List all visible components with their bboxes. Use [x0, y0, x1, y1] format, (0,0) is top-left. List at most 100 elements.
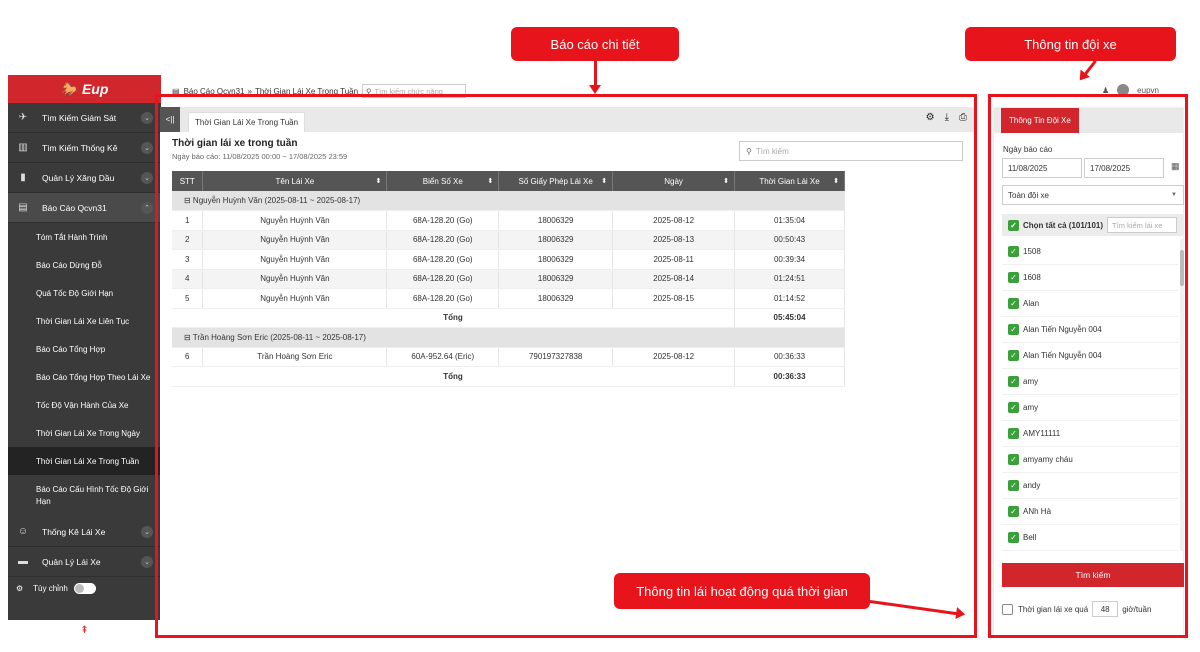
- sidebar-subitem[interactable]: Tốc Độ Vận Hành Của Xe: [8, 391, 161, 419]
- driver-list-item[interactable]: ✓ andy: [1002, 473, 1178, 499]
- logo[interactable]: 🐎 Eup: [8, 75, 161, 103]
- table-cell: 2025-08-11: [612, 249, 736, 270]
- driver-name: andy: [1023, 481, 1041, 490]
- column-header[interactable]: Tên Lái Xe ⬍: [202, 171, 388, 191]
- sidebar-subitem[interactable]: Báo Cáo Tổng Hợp Theo Lái Xe: [8, 363, 161, 391]
- sidebar-subitem-active[interactable]: Thời Gian Lái Xe Trong Tuần: [8, 447, 161, 475]
- total-label: Tổng: [172, 308, 736, 328]
- table-cell: 2025-08-12: [612, 347, 736, 367]
- driver-list-item[interactable]: ✓ Alan: [1002, 291, 1178, 317]
- driver-list-item[interactable]: ✓ AMY11111: [1002, 421, 1178, 447]
- table-cell: 01:14:52: [734, 288, 845, 309]
- checkbox-icon[interactable]: ✓: [1008, 454, 1019, 465]
- table-cell: 68A-128.20 (Go): [386, 230, 500, 250]
- sort-icon[interactable]: ⬍: [487, 177, 493, 185]
- sidebar-subitem[interactable]: Tóm Tắt Hành Trình: [8, 223, 161, 251]
- scrollbar-thumb[interactable]: [1180, 250, 1184, 286]
- sort-icon[interactable]: ⬍: [833, 177, 839, 185]
- driver-list-item[interactable]: ✓ Bell: [1002, 525, 1178, 551]
- checkbox-icon[interactable]: ✓: [1008, 428, 1019, 439]
- satellite-icon: ✈: [18, 112, 28, 123]
- table-row[interactable]: 6 Trần Hoàng Sơn Eric 60A-952.64 (Eric) 790…: [172, 347, 845, 367]
- briefcase-icon: ▬: [18, 556, 28, 567]
- table-row[interactable]: 3 Nguyễn Huỳnh Văn 68A-128.20 (Go) 18006329…: [172, 249, 845, 270]
- sidebar-item-driver-stats[interactable]: ☺ Thống Kê Lái Xe ⌄: [8, 517, 161, 547]
- report-search-input[interactable]: ⚲ Tìm kiếm: [739, 141, 963, 161]
- tab-weekly-driving-time[interactable]: Thời Gian Lái Xe Trong Tuần: [188, 112, 306, 132]
- sidebar-subitem[interactable]: Quá Tốc Độ Giới Hạn: [8, 279, 161, 307]
- checkbox-icon[interactable]: ✓: [1008, 272, 1019, 283]
- select-all-row: ✓ Chọn tất cả (101/101) Tìm kiếm lái xe: [1002, 214, 1184, 236]
- column-header[interactable]: Thời Gian Lái Xe ⬍: [734, 171, 845, 191]
- sidebar-item-qcvn31[interactable]: ▤ Báo Cáo Qcvn31 ⌃: [8, 193, 161, 223]
- sidebar-item-driver-management[interactable]: ▬ Quản Lý Lái Xe ⌄: [8, 547, 161, 577]
- table-row[interactable]: 4 Nguyễn Huỳnh Văn 68A-128.20 (Go) 18006329…: [172, 269, 845, 289]
- table-cell: 18006329: [498, 249, 614, 270]
- threshold-checkbox[interactable]: [1002, 603, 1013, 615]
- sort-icon[interactable]: ⬍: [375, 177, 381, 185]
- fleet-select[interactable]: Toàn đội xe ▼: [1002, 185, 1184, 205]
- sidebar-item-statistics[interactable]: ▥ Tìm Kiếm Thống Kê ⌄: [8, 133, 161, 163]
- select-all-checkbox[interactable]: ✓: [1008, 219, 1019, 231]
- checkbox-icon[interactable]: ✓: [1008, 402, 1019, 413]
- print-icon[interactable]: ⎙: [959, 112, 967, 123]
- driver-list-item[interactable]: ✓ 1508: [1002, 239, 1178, 265]
- checkbox-icon[interactable]: ✓: [1008, 324, 1019, 335]
- date-from-input[interactable]: 11/08/2025: [1002, 158, 1082, 178]
- table-row[interactable]: 1 Nguyễn Huỳnh Văn 68A-128.20 (Go) 18006329…: [172, 210, 845, 231]
- tab-fleet-info[interactable]: Thông Tin Đội Xe: [1001, 108, 1079, 133]
- sort-icon[interactable]: ⬍: [601, 177, 607, 185]
- function-search-input[interactable]: ⚲ Tìm kiếm chức năng: [362, 84, 467, 98]
- driver-search-input[interactable]: Tìm kiếm lái xe: [1107, 217, 1178, 233]
- checkbox-icon[interactable]: ✓: [1008, 298, 1019, 309]
- report-icon: ▤: [18, 202, 28, 213]
- driver-list-item[interactable]: ✓ ANh Hà: [1002, 499, 1178, 525]
- breadcrumb-qcvn31[interactable]: Báo Cáo Qcvn31: [184, 87, 245, 96]
- group-row[interactable]: ⊟ Trần Hoàng Sơn Eric (2025-08-11 ~ 2025…: [172, 327, 845, 348]
- avatar[interactable]: [1117, 84, 1130, 96]
- download-icon[interactable]: ⤓: [945, 112, 949, 123]
- sidebar-subitem[interactable]: Báo Cáo Dừng Đỗ: [8, 251, 161, 279]
- arrow-up-icon: ⇞: [80, 624, 89, 636]
- checkbox-icon[interactable]: ✓: [1008, 376, 1019, 387]
- column-header[interactable]: Số Giấy Phép Lái Xe ⬍: [498, 171, 614, 191]
- table-row[interactable]: 2 Nguyễn Huỳnh Văn 68A-128.20 (Go) 18006329…: [172, 230, 845, 250]
- search-button[interactable]: Tìm kiếm: [1002, 563, 1184, 587]
- driver-list-item[interactable]: ✓ Alan Tiến Nguyễn 004: [1002, 343, 1178, 369]
- checkbox-icon[interactable]: ✓: [1008, 506, 1019, 517]
- checkbox-icon[interactable]: ✓: [1008, 480, 1019, 491]
- sidebar-item-monitoring[interactable]: ✈ Tìm Kiếm Giám Sát ⌄: [8, 103, 161, 133]
- checkbox-icon[interactable]: ✓: [1008, 350, 1019, 361]
- arrow-down-icon: [1083, 60, 1097, 76]
- driver-list-item[interactable]: ✓ Alan Tiến Nguyễn 004: [1002, 317, 1178, 343]
- driver-list-item[interactable]: ✓ amyamy cháu: [1002, 447, 1178, 473]
- checkbox-icon[interactable]: ✓: [1008, 532, 1019, 543]
- scroll-top-button[interactable]: ⇞: [8, 620, 161, 640]
- driver-list-item[interactable]: ✓ amy: [1002, 395, 1178, 421]
- table-cell: 00:36:33: [734, 347, 845, 367]
- sort-icon[interactable]: ⬍: [723, 177, 729, 185]
- column-header[interactable]: Biển Số Xe ⬍: [386, 171, 500, 191]
- checkbox-icon[interactable]: ✓: [1008, 246, 1019, 257]
- sidebar-item-fuel[interactable]: ▮ Quản Lý Xăng Dầu ⌄: [8, 163, 161, 193]
- hours-input[interactable]: 48: [1092, 601, 1119, 617]
- group-row[interactable]: ⊟ Nguyễn Huỳnh Văn (2025-08-11 ~ 2025-08…: [172, 191, 845, 211]
- user-icon[interactable]: ♟: [1102, 86, 1109, 95]
- driver-list-item[interactable]: ✓ 1608: [1002, 265, 1178, 291]
- sidebar-subitem[interactable]: Báo Cáo Cấu Hình Tốc Độ Giới Hạn: [8, 475, 161, 517]
- column-header[interactable]: Ngày ⬍: [612, 171, 736, 191]
- sidebar-subitem[interactable]: Báo Cáo Tổng Hợp: [8, 335, 161, 363]
- chevron-up-icon: ⌃: [141, 201, 153, 214]
- sidebar-subitem[interactable]: Thời Gian Lái Xe Liên Tục: [8, 307, 161, 335]
- column-header[interactable]: STT: [172, 171, 204, 191]
- collapse-sidebar-button[interactable]: <||: [160, 107, 180, 132]
- driver-name: Alan: [1023, 299, 1040, 308]
- driver-list-item[interactable]: ✓ amy: [1002, 369, 1178, 395]
- customize-toggle[interactable]: [73, 582, 96, 594]
- table-row[interactable]: 5 Nguyễn Huỳnh Văn 68A-128.20 (Go) 18006329…: [172, 288, 845, 309]
- date-to-input[interactable]: 17/08/2025: [1084, 158, 1164, 178]
- username[interactable]: eupvn: [1137, 86, 1159, 95]
- gear-icon[interactable]: ⚙: [926, 112, 935, 123]
- sidebar-subitem[interactable]: Thời Gian Lái Xe Trong Ngày: [8, 419, 161, 447]
- calendar-icon[interactable]: ▦: [1171, 161, 1180, 172]
